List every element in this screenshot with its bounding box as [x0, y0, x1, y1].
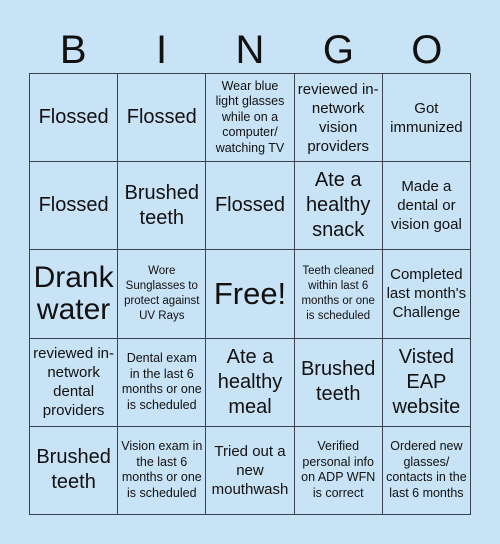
bingo-cell-g3[interactable]: Teeth cleaned within last 6 months or on…: [294, 250, 383, 339]
bingo-board: Flossed Flossed Wear blue light glasses …: [29, 73, 471, 515]
cell-text: Made a dental or vision goal: [390, 178, 462, 234]
cell-text: Wear blue light glasses while on a compu…: [215, 78, 285, 155]
bingo-cell-o5[interactable]: Ordered new glasses/ contacts in the las…: [382, 426, 471, 515]
bingo-cell-n4[interactable]: Ate a healthy meal: [206, 338, 295, 427]
cell-text: Flossed: [214, 194, 285, 217]
cell-text: Ate a healthy meal: [217, 345, 283, 418]
bingo-cell-n1[interactable]: Wear blue light glasses while on a compu…: [206, 74, 295, 163]
bingo-cell-n5[interactable]: Tried out a new mouthwash: [206, 426, 295, 515]
bingo-cell-o3[interactable]: Completed last month's Challenge: [382, 250, 471, 339]
bingo-cell-b5[interactable]: Brushed teeth: [30, 426, 119, 515]
cell-text: Verified personal info on ADP WFN is cor…: [301, 439, 376, 500]
bingo-cell-free[interactable]: Free!: [206, 250, 295, 339]
bingo-cell-b2[interactable]: Flossed: [30, 162, 119, 251]
cell-text: Flossed: [126, 106, 197, 129]
bingo-cell-o4[interactable]: Visted EAP website: [382, 338, 471, 427]
bingo-cell-n2[interactable]: Flossed: [206, 162, 295, 251]
bingo-cell-i4[interactable]: Dental exam in the last 6 months or one …: [118, 338, 207, 427]
free-space-text: Free!: [213, 275, 287, 311]
cell-text: Got immunized: [390, 99, 463, 136]
cell-text: Flossed: [38, 106, 109, 129]
cell-text: Tried out a new mouthwash: [211, 442, 289, 498]
cell-text: Completed last month's Challenge: [386, 266, 467, 322]
bingo-cell-g2[interactable]: Ate a healthy snack: [294, 162, 383, 251]
cell-text: reviewed in-network dental providers: [33, 345, 115, 420]
bingo-cell-b1[interactable]: Flossed: [30, 74, 119, 163]
cell-text: Drank water: [33, 260, 114, 326]
bingo-cell-g4[interactable]: Brushed teeth: [294, 338, 383, 427]
header-letter-o: O: [411, 28, 443, 72]
cell-text: Dental exam in the last 6 months or one …: [121, 351, 202, 412]
cell-text: Wore Sunglasses to protect against UV Ra…: [124, 264, 200, 322]
cell-text: Ate a healthy snack: [305, 169, 371, 242]
cell-text: reviewed in-network vision providers: [297, 80, 379, 155]
header-letter-b: B: [59, 28, 87, 72]
header-letter-g: G: [322, 28, 354, 72]
cell-text: Visted EAP website: [392, 345, 461, 418]
header-letter-i: I: [156, 28, 168, 72]
cell-text: Brushed teeth: [300, 358, 376, 406]
bingo-cell-i2[interactable]: Brushed teeth: [118, 162, 207, 251]
bingo-cell-b3[interactable]: Drank water: [30, 250, 119, 339]
bingo-cell-g5[interactable]: Verified personal info on ADP WFN is cor…: [294, 426, 383, 515]
bingo-cell-i5[interactable]: Vision exam in the last 6 months or one …: [118, 426, 207, 515]
bingo-cell-o1[interactable]: Got immunized: [382, 74, 471, 163]
bingo-cell-i1[interactable]: Flossed: [118, 74, 207, 163]
bingo-cell-b4[interactable]: reviewed in-network dental providers: [30, 338, 119, 427]
cell-text: Ordered new glasses/ contacts in the las…: [386, 439, 467, 500]
bingo-cell-o2[interactable]: Made a dental or vision goal: [382, 162, 471, 251]
cell-text: Brushed teeth: [124, 181, 200, 229]
cell-text: Flossed: [38, 194, 109, 217]
cell-text: Vision exam in the last 6 months or one …: [121, 439, 203, 500]
bingo-cell-i3[interactable]: Wore Sunglasses to protect against UV Ra…: [118, 250, 207, 339]
cell-text: Teeth cleaned within last 6 months or on…: [301, 264, 375, 322]
header-letter-n: N: [235, 28, 265, 72]
bingo-cell-g1[interactable]: reviewed in-network vision providers: [294, 74, 383, 163]
bingo-header: B I N G O: [29, 28, 471, 72]
cell-text: Brushed teeth: [36, 446, 111, 494]
